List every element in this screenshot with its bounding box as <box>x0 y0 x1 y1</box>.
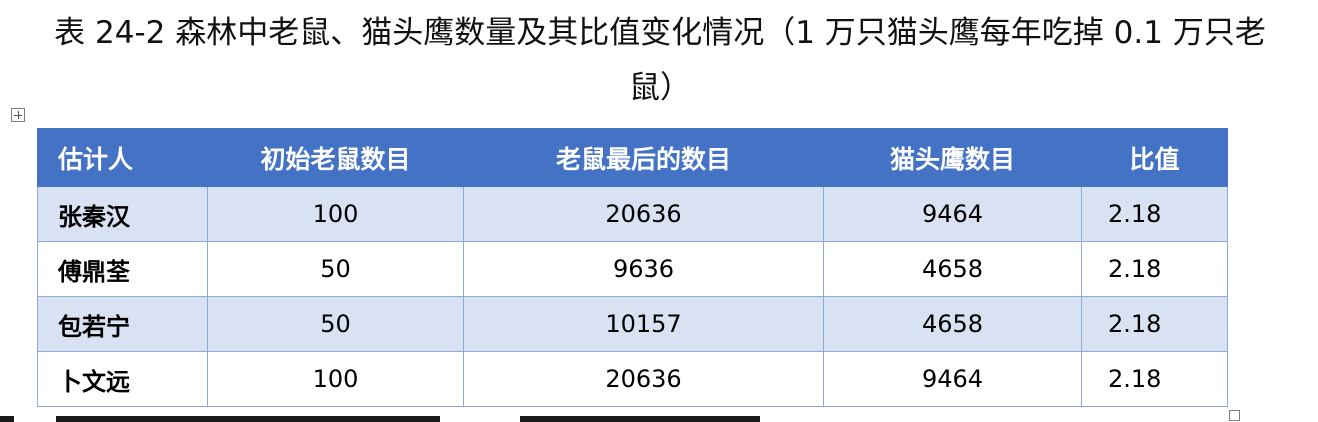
data-table: 估计人 初始老鼠数目 老鼠最后的数目 猫头鹰数目 比值 张秦汉 100 2063… <box>37 128 1228 407</box>
cell-ratio: 2.18 <box>1081 186 1228 242</box>
cell-initial-mice: 100 <box>207 186 464 242</box>
cell-initial-mice: 50 <box>207 296 464 352</box>
table-row: 卜文远 100 20636 9464 2.18 <box>37 351 1228 407</box>
cell-ratio: 2.18 <box>1081 241 1228 297</box>
table-row: 包若宁 50 10157 4658 2.18 <box>37 296 1228 352</box>
header-estimator: 估计人 <box>37 128 208 187</box>
table-row: 傅鼎荃 50 9636 4658 2.18 <box>37 241 1228 297</box>
header-ratio: 比值 <box>1081 128 1228 187</box>
cell-estimator: 张秦汉 <box>37 186 208 242</box>
table-header-row: 估计人 初始老鼠数目 老鼠最后的数目 猫头鹰数目 比值 <box>37 128 1228 187</box>
table-caption: 表 24-2 森林中老鼠、猫头鹰数量及其比值变化情况（1 万只猫头鹰每年吃掉 0… <box>54 15 1266 106</box>
cell-final-mice: 20636 <box>463 351 824 407</box>
cell-initial-mice: 50 <box>207 241 464 297</box>
table-resize-handle-icon[interactable] <box>1229 410 1240 421</box>
cell-ratio: 2.18 <box>1081 296 1228 352</box>
cell-initial-mice: 100 <box>207 351 464 407</box>
header-initial-mice: 初始老鼠数目 <box>207 128 464 187</box>
cell-final-mice: 20636 <box>463 186 824 242</box>
table-move-handle-icon[interactable] <box>11 108 25 122</box>
cell-estimator: 包若宁 <box>37 296 208 352</box>
cell-estimator: 傅鼎荃 <box>37 241 208 297</box>
cell-owls: 4658 <box>823 296 1082 352</box>
clipped-text-line <box>0 416 760 422</box>
cell-final-mice: 10157 <box>463 296 824 352</box>
header-final-mice: 老鼠最后的数目 <box>463 128 824 187</box>
table-row: 张秦汉 100 20636 9464 2.18 <box>37 186 1228 242</box>
header-owls: 猫头鹰数目 <box>823 128 1082 187</box>
cell-owls: 4658 <box>823 241 1082 297</box>
cell-estimator: 卜文远 <box>37 351 208 407</box>
cell-owls: 9464 <box>823 186 1082 242</box>
cell-ratio: 2.18 <box>1081 351 1228 407</box>
cell-owls: 9464 <box>823 351 1082 407</box>
cell-final-mice: 9636 <box>463 241 824 297</box>
